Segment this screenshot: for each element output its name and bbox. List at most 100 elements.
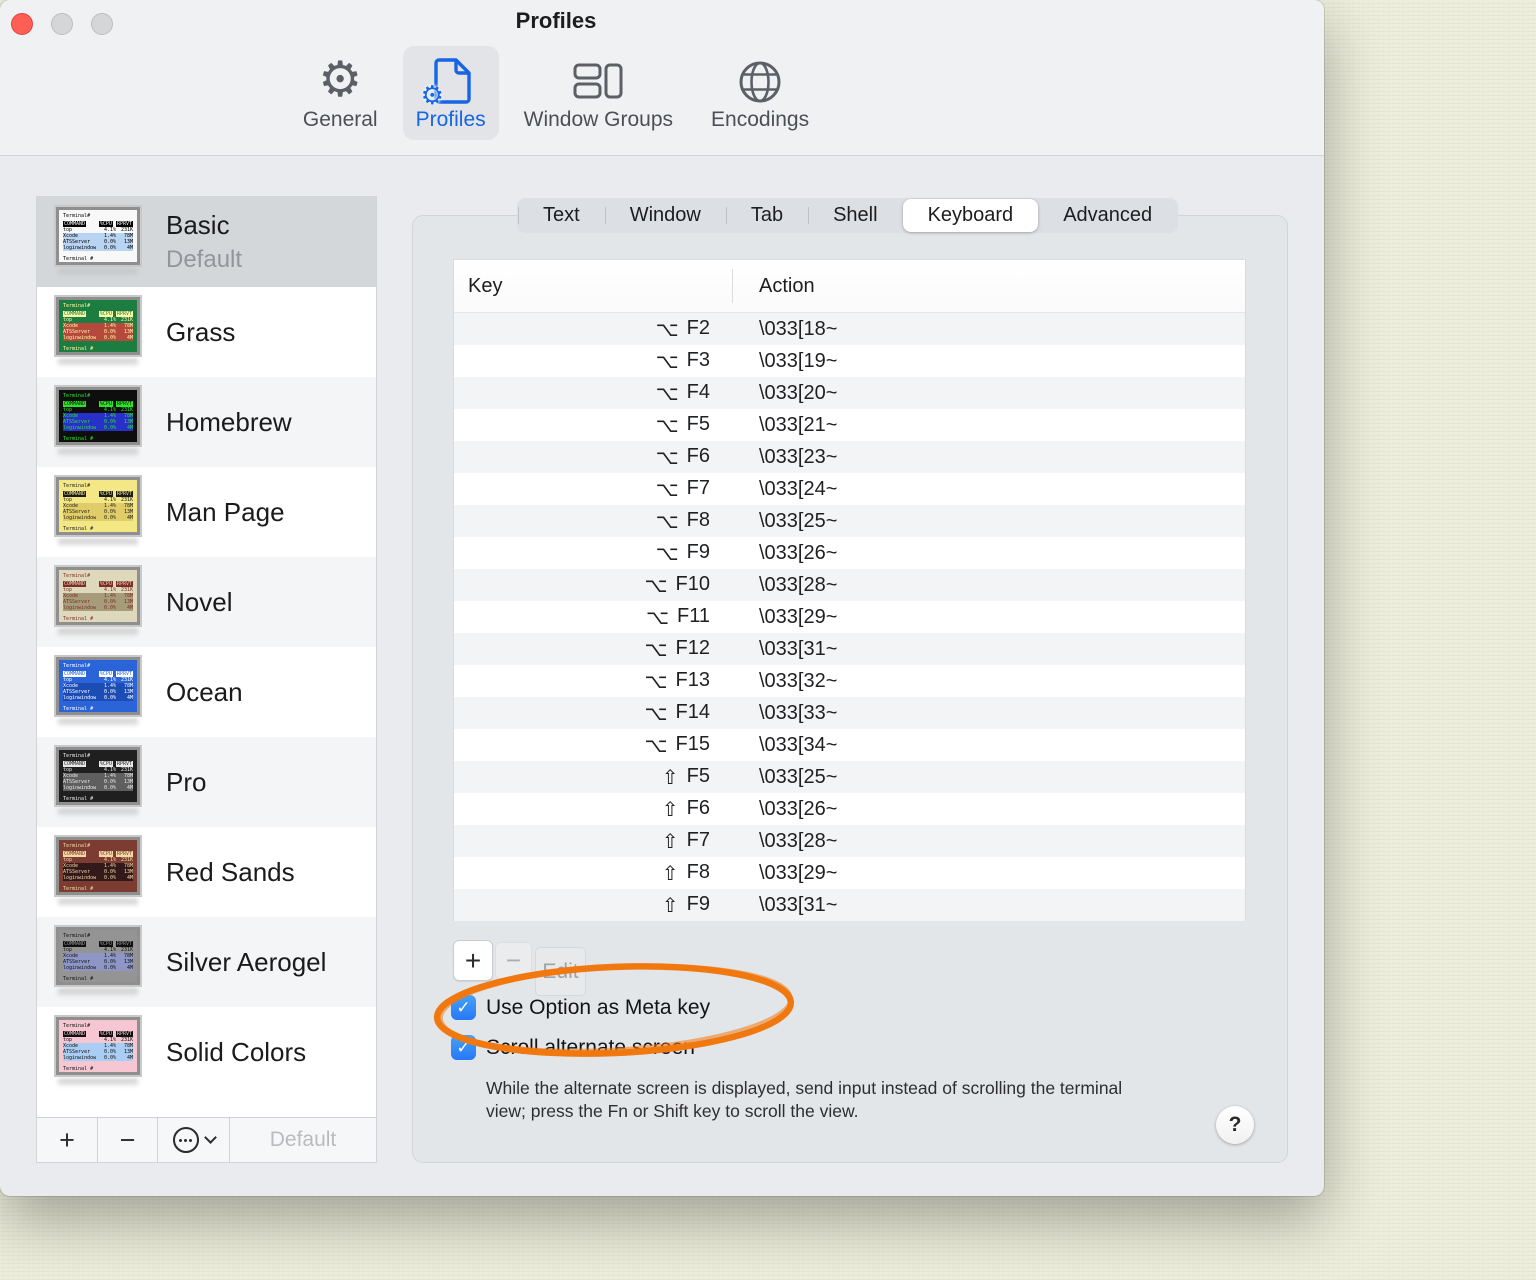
modifier-key-glyph: ⌥ — [655, 542, 679, 565]
profile-thumbnail: Terminal# COMMAND %CPU RPRVT top 4.1% 231K… — [50, 745, 146, 817]
key-label: F11 — [677, 604, 710, 627]
profile-name: Solid Colors — [166, 1036, 307, 1067]
table-row[interactable]: ⇧ F7 \033[28~ — [454, 825, 1245, 857]
table-row[interactable]: ⌥ F7 \033[24~ — [454, 473, 1245, 505]
edit-mapping-button[interactable]: Edit — [535, 947, 586, 996]
add-profile-button[interactable]: + — [37, 1118, 98, 1162]
action-value: \033[31~ — [759, 893, 838, 916]
modifier-key-glyph: ⌥ — [655, 382, 679, 405]
more-options-button[interactable] — [158, 1118, 230, 1162]
table-row[interactable]: ⌥ F2 \033[18~ — [454, 313, 1245, 345]
modifier-key-glyph: ⇧ — [661, 862, 679, 885]
toolbar-item-encodings[interactable]: Encodings — [698, 46, 822, 140]
toolbar-item-window-groups[interactable]: Window Groups — [511, 46, 686, 140]
toolbar-item-general[interactable]: ⚙ General — [290, 46, 391, 140]
table-row[interactable]: ⌥ F9 \033[26~ — [454, 537, 1245, 569]
tab[interactable]: Window — [604, 199, 726, 232]
modifier-key-glyph: ⌥ — [645, 606, 670, 629]
profile-thumbnail: Terminal# COMMAND %CPU RPRVT top 4.1% 231K… — [50, 205, 146, 277]
profile-thumbnail: Terminal# COMMAND %CPU RPRVT top 4.1% 231K… — [50, 385, 146, 457]
table-row[interactable]: ⌥ F3 \033[19~ — [454, 345, 1245, 377]
tab[interactable]: Keyboard — [902, 199, 1039, 232]
profile-list-footer: + − Default — [37, 1117, 376, 1162]
table-row[interactable]: ⇧ F8 \033[29~ — [454, 857, 1245, 889]
key-label: F8 — [686, 508, 710, 531]
action-value: \033[24~ — [759, 477, 838, 500]
key-label: F13 — [675, 668, 710, 691]
mapping-actions: + − Edit — [453, 940, 586, 996]
profile-list-item[interactable]: Terminal# COMMAND %CPU RPRVT top 4.1% 231K… — [37, 647, 376, 737]
add-mapping-button[interactable]: + — [453, 940, 493, 981]
use-option-as-meta-checkbox-row[interactable]: Use Option as Meta key — [451, 995, 710, 1020]
tab[interactable]: Shell — [808, 199, 902, 232]
column-header-key[interactable]: Key — [454, 260, 732, 312]
key-label: F9 — [686, 892, 710, 915]
profile-name: Man Page — [166, 496, 285, 527]
profile-tabs: Text Window Tab Shell Keyboard Advanced — [517, 198, 1179, 233]
checkbox-checked-icon[interactable] — [451, 1035, 476, 1060]
tab[interactable]: Text — [518, 199, 605, 232]
action-value: \033[28~ — [759, 829, 838, 852]
scroll-alternate-screen-checkbox-row[interactable]: Scroll alternate screen — [451, 1035, 695, 1060]
profile-thumbnail: Terminal# COMMAND %CPU RPRVT top 4.1% 231K… — [50, 295, 146, 367]
remove-profile-button[interactable]: − — [98, 1118, 158, 1162]
column-header-action[interactable]: Action — [732, 260, 1245, 312]
modifier-key-glyph: ⇧ — [661, 798, 679, 821]
checkbox-checked-icon[interactable] — [451, 995, 476, 1020]
table-row[interactable]: ⌥ F11 \033[29~ — [454, 601, 1245, 633]
table-row[interactable]: ⌥ F12 \033[31~ — [454, 633, 1245, 665]
table-row[interactable]: ⌥ F6 \033[23~ — [454, 441, 1245, 473]
window-title: Profiles — [515, 8, 597, 33]
table-row[interactable]: ⌥ F15 \033[34~ — [454, 729, 1245, 761]
action-value: \033[33~ — [759, 701, 838, 724]
key-label: F5 — [686, 412, 710, 435]
profile-name: Pro — [166, 766, 207, 797]
profile-thumbnail: Terminal# COMMAND %CPU RPRVT top 4.1% 231K… — [50, 565, 146, 637]
profile-list-item[interactable]: Terminal# COMMAND %CPU RPRVT top 4.1% 231K… — [37, 377, 376, 467]
table-row[interactable]: ⌥ F14 \033[33~ — [454, 697, 1245, 729]
modifier-key-glyph: ⌥ — [655, 318, 679, 341]
modifier-key-glyph: ⌥ — [655, 414, 679, 437]
toolbar-item-profiles[interactable]: ⚙ Profiles — [402, 46, 499, 140]
set-default-button[interactable]: Default — [230, 1118, 376, 1162]
table-row[interactable]: ⌥ F10 \033[28~ — [454, 569, 1245, 601]
profile-list-item[interactable]: Terminal# COMMAND %CPU RPRVT top 4.1% 231K… — [37, 737, 376, 827]
table-row[interactable]: ⌥ F4 \033[20~ — [454, 377, 1245, 409]
profile-list: Terminal# COMMAND %CPU RPRVT top 4.1% 231K… — [37, 197, 376, 1117]
profile-list-item[interactable]: Terminal# COMMAND %CPU RPRVT top 4.1% 231K… — [37, 1007, 376, 1097]
table-row[interactable]: ⇧ F6 \033[26~ — [454, 793, 1245, 825]
profile-name: Ocean — [166, 676, 243, 707]
table-row[interactable]: ⌥ F5 \033[21~ — [454, 409, 1245, 441]
table-row[interactable]: ⌥ F13 \033[32~ — [454, 665, 1245, 697]
profile-thumbnail: Terminal# COMMAND %CPU RPRVT top 4.1% 231K… — [50, 655, 146, 727]
table-row[interactable]: ⇧ F9 \033[31~ — [454, 889, 1245, 921]
profile-thumbnail: Terminal# COMMAND %CPU RPRVT top 4.1% 231K… — [50, 1015, 146, 1087]
action-value: \033[23~ — [759, 445, 838, 468]
profile-list-item[interactable]: Terminal# COMMAND %CPU RPRVT top 4.1% 231K… — [37, 467, 376, 557]
mini-gear-icon: ⚙ — [420, 81, 444, 111]
profile-name: Novel — [166, 586, 233, 617]
modifier-key-glyph: ⌥ — [655, 350, 679, 373]
help-button[interactable]: ? — [1216, 1106, 1254, 1144]
key-label: F14 — [675, 700, 710, 723]
profile-list-item[interactable]: Terminal# COMMAND %CPU RPRVT top 4.1% 231K… — [37, 287, 376, 377]
tab[interactable]: Tab — [725, 199, 808, 232]
profile-list-item[interactable]: Terminal# COMMAND %CPU RPRVT top 4.1% 231K… — [37, 917, 376, 1007]
action-value: \033[31~ — [759, 637, 838, 660]
key-label: F2 — [686, 316, 710, 339]
modifier-key-glyph: ⇧ — [661, 830, 679, 853]
tab[interactable]: Advanced — [1038, 199, 1177, 232]
modifier-key-glyph: ⌥ — [655, 510, 679, 533]
table-row[interactable]: ⇧ F5 \033[25~ — [454, 761, 1245, 793]
modifier-key-glyph: ⇧ — [661, 894, 679, 917]
remove-mapping-button[interactable]: − — [495, 942, 532, 979]
profile-list-item[interactable]: Terminal# COMMAND %CPU RPRVT top 4.1% 231K… — [37, 827, 376, 917]
key-label: F9 — [686, 540, 710, 563]
table-body: ⌥ F2 \033[18~ ⌥ F3 \033[19~ ⌥ F4 \033[20… — [454, 313, 1245, 921]
key-mapping-table: Key Action ⌥ F2 \033[18~ ⌥ F3 \033[19~ ⌥… — [453, 259, 1246, 921]
table-row[interactable]: ⌥ F8 \033[25~ — [454, 505, 1245, 537]
chevron-down-icon — [203, 1131, 217, 1144]
profile-list-item[interactable]: Terminal# COMMAND %CPU RPRVT top 4.1% 231K… — [37, 197, 376, 287]
profile-list-item[interactable]: Terminal# COMMAND %CPU RPRVT top 4.1% 231K… — [37, 557, 376, 647]
alternate-screen-help-text: While the alternate screen is displayed,… — [486, 1078, 1123, 1122]
